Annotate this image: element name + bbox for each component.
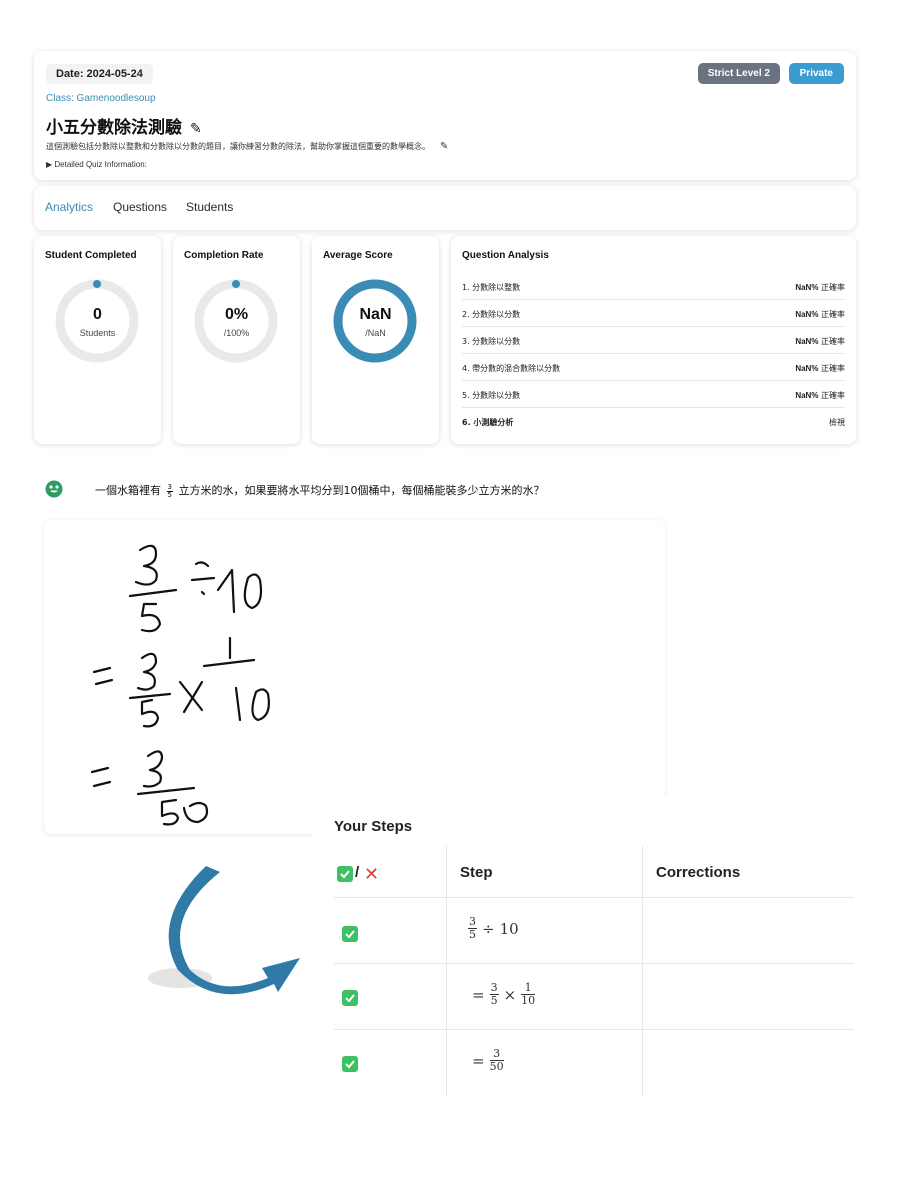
check-icon (337, 866, 353, 882)
fraction: 35 (468, 915, 477, 941)
cross-icon: ✕ (364, 864, 380, 884)
quiz-title-text: 小五分數除法測驗 (46, 118, 182, 138)
header-corrections: Corrections (656, 864, 741, 881)
quiz-title: 小五分數除法測驗 ✎ (46, 113, 202, 138)
student-completed-card: Student Completed 0 Students (34, 236, 161, 444)
handwriting-canvas[interactable] (44, 520, 665, 834)
question-analysis-row: 5. 分數除以分數 NaN% 正確率 (462, 381, 845, 408)
average-score-card: Average Score NaN /NaN (312, 236, 439, 444)
question-analysis-row: 1. 分數除以整數 NaN% 正確率 (462, 273, 845, 300)
stat-title: Student Completed (45, 250, 137, 261)
question-label: 5. 分數除以分數 (462, 391, 521, 400)
quiz-analysis-row: 6. 小測驗分析 檢視 (462, 408, 845, 435)
ring-start-dot (93, 280, 101, 288)
view-link[interactable]: 檢視 (829, 417, 845, 428)
check-icon (342, 926, 358, 942)
step-expression: 35 ÷ 10 (468, 916, 519, 941)
equals-sign: = (472, 1051, 485, 1070)
question-label: 4. 帶分數的混合數除以分數 (462, 364, 561, 373)
question-label: 6. 小測驗分析 (462, 418, 514, 427)
stat-sub: Students (79, 328, 116, 338)
question-analysis-card: Question Analysis 1. 分數除以整數 NaN% 正確率 2. … (451, 236, 856, 444)
step-expression: = 3 50 (472, 1048, 504, 1073)
steps-table-header: / ✕ Step Corrections (334, 846, 854, 898)
steps-title: Your Steps (334, 818, 413, 835)
header-step: Step (460, 864, 493, 881)
ring-start-dot (232, 280, 240, 288)
question-prefix: 一個水箱裡有 (95, 484, 161, 497)
private-badge[interactable]: Private (788, 63, 844, 84)
step-row: = 35 × 1 10 (334, 964, 854, 1030)
correct-rate: NaN% 正確率 (795, 310, 845, 319)
step-row: = 3 50 (334, 1030, 854, 1096)
tab-questions[interactable]: Questions (113, 200, 167, 214)
correct-rate: NaN% 正確率 (795, 337, 845, 346)
question-analysis-row: 2. 分數除以分數 NaN% 正確率 (462, 300, 845, 327)
correct-rate: NaN% 正確率 (795, 283, 845, 292)
smiley-icon (45, 480, 63, 498)
tab-analytics[interactable]: Analytics (45, 200, 93, 214)
curved-arrow-icon (148, 866, 300, 995)
fraction: 1 10 (521, 981, 536, 1007)
tab-bar: Analytics Questions Students (34, 186, 856, 230)
edit-title-icon[interactable]: ✎ (190, 121, 202, 137)
stat-title: Completion Rate (184, 250, 264, 261)
operator: × (503, 985, 517, 1004)
question-suffix: 立方米的水，如果要將水平均分到10個桶中，每個桶能裝多少立方米的水？ (178, 484, 545, 497)
stat-value: NaN (359, 306, 392, 323)
quiz-description-text: 這個測驗包括分數除以整數和分數除以分數的題目，讓你練習分數的除法，幫助你掌握這個… (46, 142, 430, 151)
date-badge: Date: 2024-05-24 (46, 64, 153, 84)
equals-sign: = (472, 985, 485, 1004)
step-row: 35 ÷ 10 (334, 898, 854, 964)
edit-description-icon[interactable]: ✎ (440, 141, 448, 152)
strict-level-badge: Strict Level 2 (697, 63, 780, 84)
question-analysis-row: 3. 分數除以分數 NaN% 正確率 (462, 327, 845, 354)
class-link[interactable]: Class: Gamenoodlesoup (46, 93, 156, 104)
header-slash: / (355, 864, 360, 881)
operator: ÷ (482, 919, 495, 938)
correct-rate: NaN% 正確率 (795, 364, 845, 373)
completion-rate-card: Completion Rate 0% /100% (173, 236, 300, 444)
fraction: 35 (489, 981, 499, 1007)
quiz-header-card: Date: 2024-05-24 Class: Gamenoodlesoup 小… (34, 51, 856, 180)
question-label: 3. 分數除以分數 (462, 337, 521, 346)
question-label: 2. 分數除以分數 (462, 310, 521, 319)
question-analysis-row: 4. 帶分數的混合數除以分數 NaN% 正確率 (462, 354, 845, 381)
fraction: 3 50 (489, 1047, 504, 1073)
your-steps-panel: Your Steps / ✕ Step Corrections 35 ÷ 10 (312, 796, 900, 1106)
stat-sub: /100% (223, 328, 250, 338)
question-label: 1. 分數除以整數 (462, 283, 521, 292)
stat-title: Average Score (323, 250, 393, 261)
check-icon (342, 990, 358, 1006)
detailed-info-toggle[interactable]: ▶ Detailed Quiz Information: (46, 160, 147, 169)
question-analysis-title: Question Analysis (462, 250, 549, 261)
stat-sub: /NaN (365, 328, 386, 338)
correct-rate: NaN% 正確率 (795, 391, 845, 400)
check-icon (342, 1056, 358, 1072)
question-text: 一個水箱裡有 35 立方米的水，如果要將水平均分到10個桶中，每個桶能裝多少立方… (95, 482, 544, 499)
stat-value: 0% (224, 306, 249, 323)
operand: 10 (499, 919, 519, 938)
handwritten-work (90, 544, 270, 826)
step-expression: = 35 × 1 10 (472, 981, 536, 1007)
stat-value: 0 (93, 306, 102, 323)
quiz-description: 這個測驗包括分數除以整數和分數除以分數的題目，讓你練習分數的除法，幫助你掌握這個… (46, 141, 448, 152)
tab-students[interactable]: Students (186, 200, 233, 214)
inline-fraction: 35 (166, 482, 173, 499)
